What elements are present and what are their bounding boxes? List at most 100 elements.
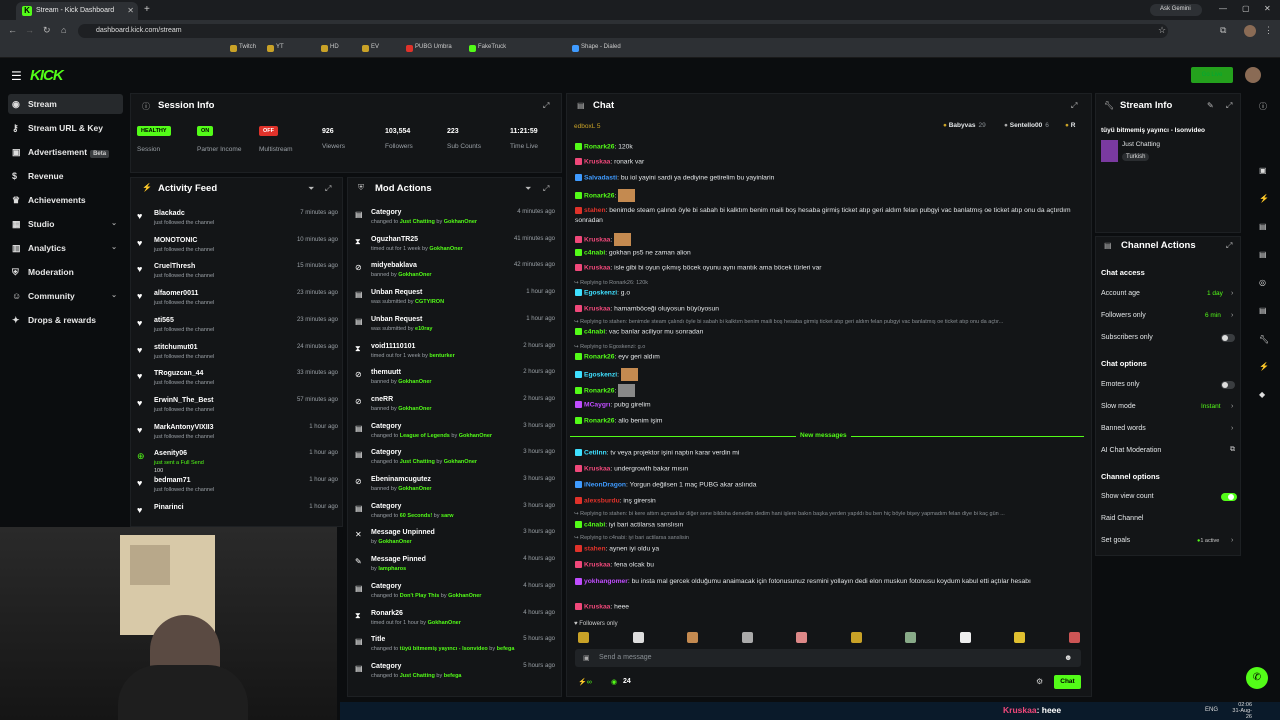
emote-icon[interactable]: [1068, 632, 1080, 643]
user-avatar[interactable]: [1245, 67, 1261, 83]
emoji-icon[interactable]: ☻: [1064, 653, 1072, 662]
url-field[interactable]: dashboard.kick.com/stream: [78, 24, 1168, 38]
mod-action-by[interactable]: GokhanOner: [398, 406, 431, 412]
mod-action-target[interactable]: Just Chatting: [400, 673, 435, 679]
chat-username[interactable]: Kruskaa: [584, 158, 610, 165]
chat-username[interactable]: Egoskenzi: [584, 289, 617, 296]
chat-username[interactable]: Ronark26: [584, 417, 614, 424]
emote-icon[interactable]: [632, 632, 644, 643]
activity-user[interactable]: MONOTONIC: [154, 237, 197, 244]
chat-username[interactable]: Kruskaa: [584, 305, 610, 312]
activity-user[interactable]: ati565: [154, 317, 174, 324]
mod-action-by[interactable]: GokhanOner: [444, 219, 477, 225]
go-live-button[interactable]: Go Live: [1191, 67, 1233, 83]
rail-tool-icon[interactable]: ⚡: [1259, 362, 1269, 371]
activity-user[interactable]: ErwinN_The_Best: [154, 397, 214, 404]
chat-username[interactable]: iNeonDragon: [584, 481, 626, 488]
chevron-right-icon[interactable]: ›: [1231, 290, 1233, 297]
settings-gear-icon[interactable]: ⚙: [1036, 677, 1043, 686]
profile-avatar[interactable]: [1244, 25, 1256, 37]
expand-icon[interactable]: ⤢: [1071, 101, 1077, 111]
ai-moderation-label[interactable]: AI Chat Moderation: [1101, 447, 1161, 454]
mod-action-title[interactable]: Category: [371, 423, 401, 430]
sidebar-item-stream[interactable]: ◉ Stream: [8, 94, 123, 114]
mod-action-title[interactable]: Category: [371, 503, 401, 510]
chat-username[interactable]: Kruskaa: [584, 465, 610, 472]
mod-action-title[interactable]: Title: [371, 636, 385, 643]
filter-icon[interactable]: ⏷: [525, 184, 531, 194]
mod-action-title[interactable]: Message Unpinned: [371, 529, 435, 536]
rail-tool-icon[interactable]: ▣: [1259, 166, 1267, 175]
chat-username[interactable]: c4nabi: [584, 249, 605, 256]
expand-icon[interactable]: ⤢: [543, 184, 549, 194]
expand-icon[interactable]: ⤢: [543, 101, 549, 111]
mod-action-title[interactable]: Unban Request: [371, 289, 422, 296]
chat-username[interactable]: c4nabi: [584, 328, 605, 335]
extensions-icon[interactable]: ⧉: [1220, 25, 1226, 36]
sidebar-item-advertisement[interactable]: ▣ Advertisement Beta: [8, 142, 123, 162]
edit-icon[interactable]: ✎: [1207, 101, 1214, 110]
chat-username[interactable]: c4nabi: [584, 521, 605, 528]
chevron-down-icon[interactable]: ⌄: [111, 243, 117, 251]
sidebar-item-studio[interactable]: ▦ Studio ⌄: [8, 214, 123, 234]
emote-icon[interactable]: [959, 632, 971, 643]
activity-user[interactable]: Pinarinci: [154, 504, 184, 511]
hamburger-icon[interactable]: ☰: [11, 69, 22, 83]
emote-icon[interactable]: [578, 632, 589, 643]
chat-username[interactable]: stahen: [584, 545, 606, 552]
points-icon[interactable]: ⚡∞: [578, 678, 592, 686]
activity-user[interactable]: Blackadc: [154, 210, 185, 217]
rail-tool-icon[interactable]: ▤: [1259, 306, 1267, 315]
activity-user[interactable]: stitchumut01: [154, 344, 198, 351]
mod-action-target[interactable]: tüyü bitmemiş yayıncı - Isonvideo: [400, 646, 488, 652]
bookmark-star-icon[interactable]: ☆: [1158, 25, 1166, 36]
slow-mode-value[interactable]: Instant: [1201, 403, 1221, 410]
mod-action-title[interactable]: OguzhanTR25: [371, 236, 418, 243]
emote-icon[interactable]: [905, 632, 916, 643]
expand-icon[interactable]: ⤢: [325, 184, 331, 194]
chevron-right-icon[interactable]: ›: [1231, 403, 1233, 410]
mod-action-by[interactable]: GokhanOner: [428, 620, 461, 626]
activity-user[interactable]: MarkAntonyVIXII3: [154, 424, 214, 431]
chat-username[interactable]: Kruskaa: [584, 561, 610, 568]
chat-username[interactable]: MCaygrı: [584, 401, 610, 408]
chevron-right-icon[interactable]: ›: [1231, 425, 1233, 432]
sidebar-item-analytics[interactable]: ▥ Analytics ⌄: [8, 238, 123, 258]
bookmark-item[interactable]: PUBG Umbra: [415, 44, 452, 50]
send-chat-button[interactable]: Chat: [1054, 675, 1081, 689]
rail-tool-icon[interactable]: ▤: [1259, 250, 1267, 259]
mod-action-title[interactable]: cneRR: [371, 396, 393, 403]
mod-action-title[interactable]: Unban Request: [371, 316, 422, 323]
emote-icon[interactable]: [687, 632, 698, 643]
mod-action-title[interactable]: Category: [371, 209, 401, 216]
activity-user[interactable]: Asenity06: [154, 450, 187, 457]
chat-username[interactable]: Kruskaa: [584, 264, 610, 271]
mod-action-title[interactable]: void11110101: [371, 343, 415, 350]
forward-icon[interactable]: →: [25, 25, 34, 35]
kick-logo[interactable]: KICK: [30, 67, 64, 84]
mod-action-by[interactable]: befega: [497, 646, 515, 652]
minimize-icon[interactable]: —: [1219, 4, 1227, 13]
subscribers-only-toggle[interactable]: [1221, 334, 1235, 342]
language-indicator[interactable]: ENG: [1205, 707, 1218, 713]
activity-user[interactable]: alfaomer0011: [154, 290, 198, 297]
bookmark-item[interactable]: YT: [276, 44, 284, 50]
chat-username[interactable]: Cetilnn: [584, 449, 607, 456]
mod-action-by[interactable]: e10ray: [415, 326, 432, 332]
chat-username[interactable]: Ronark26: [584, 387, 614, 394]
account-age-value[interactable]: 1 day: [1207, 290, 1223, 297]
chat-username[interactable]: Ronark26: [584, 353, 614, 360]
chevron-down-icon[interactable]: ⌄: [111, 219, 117, 227]
mod-action-title[interactable]: midyebaklava: [371, 262, 417, 269]
mod-action-target[interactable]: League of Legends: [400, 433, 450, 439]
chat-username[interactable]: Kruskaa: [584, 236, 610, 243]
chat-username[interactable]: Ronark26: [584, 192, 614, 199]
mod-action-by[interactable]: CGTYIRON: [415, 299, 444, 305]
rail-tool-icon[interactable]: 🔧︎: [1259, 335, 1269, 344]
mod-action-title[interactable]: themuutt: [371, 369, 401, 376]
activity-user[interactable]: bedmam71: [154, 477, 191, 484]
bookmark-item[interactable]: EV: [371, 44, 379, 50]
chat-username[interactable]: stahen: [584, 207, 606, 214]
bookmark-item[interactable]: Twitch: [239, 44, 256, 50]
emotes-only-toggle[interactable]: [1221, 381, 1235, 389]
